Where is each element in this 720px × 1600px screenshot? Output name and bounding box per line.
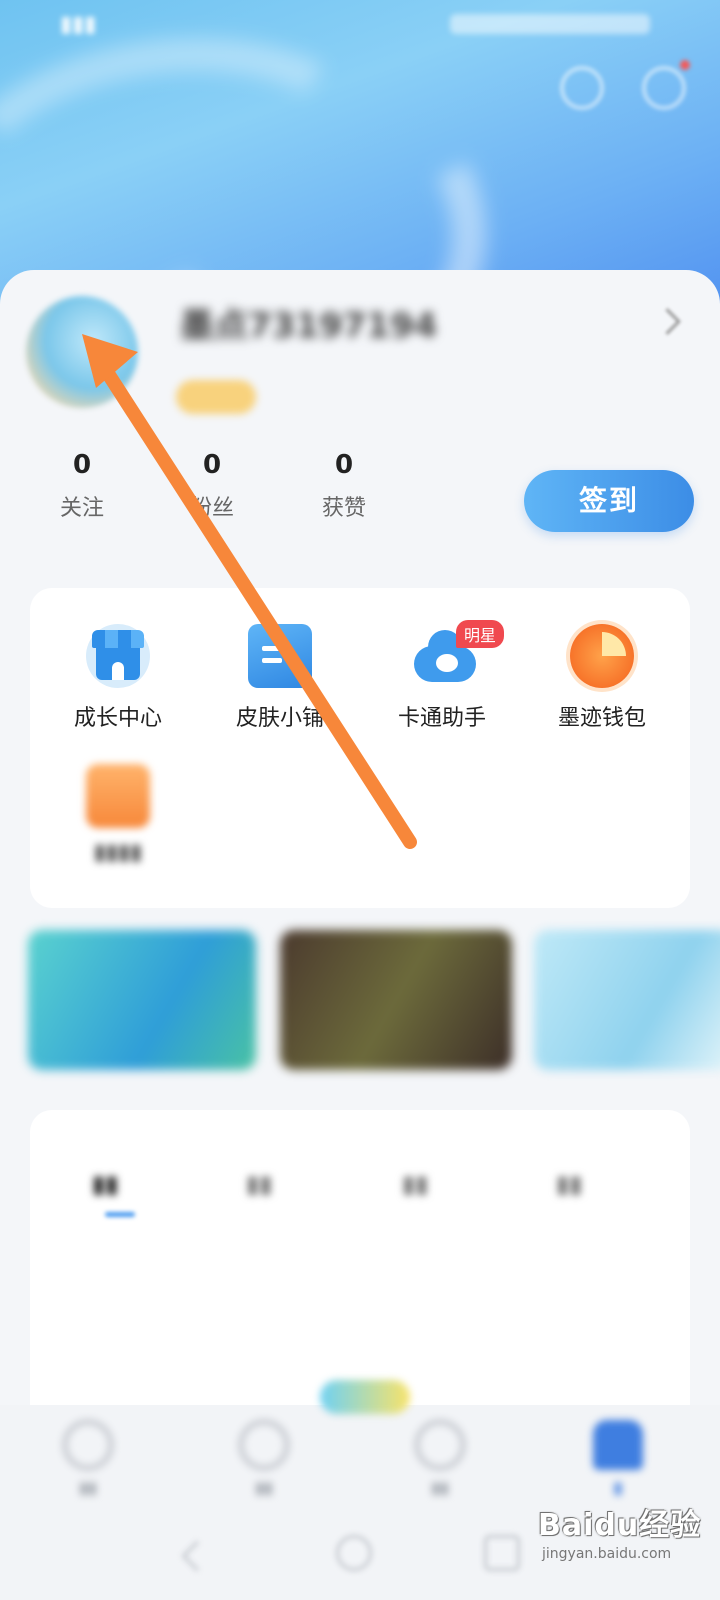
banner-card[interactable] [534, 930, 720, 1070]
menu-item-label: 墨迹钱包 [557, 706, 646, 731]
tab-indicator [105, 1212, 135, 1217]
nav-item-3[interactable]: ▮▮ [390, 1420, 490, 1497]
nav-label: ▮▮ [255, 1478, 273, 1497]
username[interactable]: 墨点73197194 [180, 298, 437, 347]
weather-icon [63, 1420, 113, 1470]
stat-likes[interactable]: 0 获赞 [284, 450, 404, 522]
menu-item-label: 卡通助手 [397, 706, 486, 731]
tab-4[interactable]: ▮▮ [556, 1170, 582, 1198]
skin-shop-icon [248, 624, 312, 688]
baidu-watermark: Baidu经验 jingyan.baidu.com [538, 1500, 718, 1600]
stat-value: 0 [334, 450, 354, 480]
gift-icon [86, 764, 150, 828]
menu-item-label: 成长中心 [73, 706, 162, 731]
tab-3[interactable]: ▮▮ [402, 1170, 428, 1198]
stat-label: 获赞 [321, 496, 366, 521]
nav-label: ▮▮ [79, 1478, 97, 1497]
menu-item-growth-center[interactable]: 成长中心 [48, 624, 188, 732]
nav-label: ▮ [613, 1478, 623, 1497]
stat-label: 粉丝 [189, 496, 234, 521]
nav-item-weather[interactable]: ▮▮ [38, 1420, 138, 1497]
menu-item-label: ▮▮▮▮ [93, 840, 143, 865]
nav-icon [415, 1420, 465, 1470]
system-home-icon[interactable] [336, 1535, 372, 1571]
status-icons [450, 14, 650, 34]
menu-item-skin-shop[interactable]: 皮肤小铺 [210, 624, 350, 732]
menu-item-gift[interactable]: ▮▮▮▮ [48, 764, 188, 865]
content-tabs-card [30, 1110, 690, 1410]
nav-label: ▮▮ [431, 1478, 449, 1497]
scan-icon[interactable] [560, 66, 604, 110]
nav-item-2[interactable]: ▮▮ [214, 1420, 314, 1497]
store-icon [86, 624, 150, 688]
watermark-logo: Baidu经验 [538, 1508, 702, 1543]
tab-1[interactable]: ▮▮ [92, 1170, 118, 1198]
menu-item-cartoon-assistant[interactable]: 明星 卡通助手 [372, 620, 512, 732]
weather-cloud-icon[interactable] [320, 1380, 410, 1414]
nav-icon [239, 1420, 289, 1470]
nav-item-me[interactable]: ▮ [568, 1420, 668, 1497]
menu-item-wallet[interactable]: 墨迹钱包 [532, 624, 672, 732]
banner-card[interactable] [280, 930, 512, 1070]
stat-value: 0 [202, 450, 222, 480]
menu-item-label: 皮肤小铺 [235, 706, 324, 731]
sign-in-button[interactable]: 签到 [524, 470, 694, 532]
feature-menu-card: 成长中心 皮肤小铺 明星 卡通助手 墨迹钱包 ▮▮▮▮ [30, 588, 690, 908]
wallet-pie-icon [570, 624, 634, 688]
avatar[interactable] [26, 296, 138, 408]
member-badge[interactable] [176, 380, 256, 414]
system-recents-icon[interactable] [484, 1535, 520, 1571]
settings-icon[interactable] [642, 60, 690, 110]
status-bar: ▮▮▮ [0, 0, 720, 56]
stat-label: 关注 [59, 496, 104, 521]
banner-card[interactable] [28, 930, 256, 1070]
stat-followers[interactable]: 0 粉丝 [152, 450, 272, 522]
star-badge: 明星 [456, 620, 505, 648]
stat-following[interactable]: 0 关注 [22, 450, 142, 522]
banner-carousel[interactable] [0, 930, 720, 1080]
watermark-url: jingyan.baidu.com [542, 1546, 672, 1562]
cartoon-cloud-icon: 明星 [410, 620, 505, 688]
profile-icon [593, 1420, 643, 1470]
stat-value: 0 [72, 450, 92, 480]
tab-2[interactable]: ▮▮ [246, 1170, 272, 1198]
status-time: ▮▮▮ [60, 12, 97, 37]
